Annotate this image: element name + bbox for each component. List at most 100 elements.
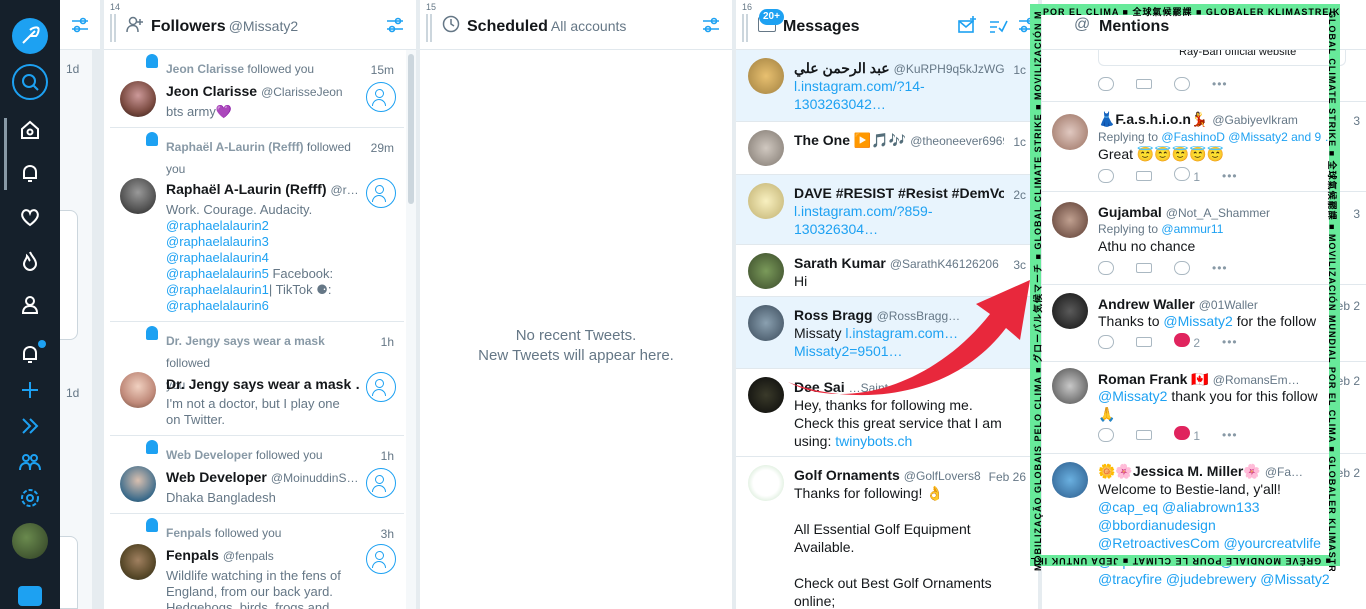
mention-link[interactable]: @tracyfire @judebrewery @Missaty2 (1098, 570, 1358, 588)
follow-button[interactable] (366, 178, 396, 208)
follower-item[interactable]: Web Developer followed you 1h Web Develo… (110, 436, 404, 514)
reply-icon[interactable] (1098, 261, 1114, 275)
follow-button[interactable] (366, 372, 396, 402)
avatar[interactable] (120, 544, 156, 580)
follower-item[interactable]: Jeon Clarisse followed you 15m Jeon Clar… (110, 50, 404, 128)
like-count[interactable]: 2 (1174, 332, 1200, 352)
more-icon[interactable]: ••• (1212, 259, 1228, 277)
bio-link[interactable]: @raphaelalaurin1 (166, 282, 269, 297)
tweet-item[interactable]: 👗F.a.s.h.i.o.n💃 @Gabiyevlkram 3 Replying … (1042, 102, 1366, 192)
mention-link[interactable]: @Missaty2 (1098, 388, 1167, 404)
mark-read-icon[interactable] (987, 14, 1009, 36)
scrollbar[interactable] (406, 50, 416, 609)
avatar[interactable] (748, 377, 784, 413)
tweet-item[interactable]: Roman Frank 🇨🇦 @RomansEm… Feb 2 @Missaty2… (1042, 362, 1366, 454)
message-link[interactable]: 130326304… (794, 220, 1026, 238)
trending-icon[interactable] (12, 243, 48, 279)
avatar[interactable] (748, 130, 784, 166)
retweet-icon[interactable] (1136, 171, 1152, 181)
bio-link[interactable]: @raphaelalaurin2 (166, 218, 364, 234)
compose-icon[interactable] (12, 18, 48, 54)
bio-link[interactable]: @raphaelalaurin3 (166, 234, 364, 250)
avatar[interactable] (120, 81, 156, 117)
column-options-icon[interactable] (69, 14, 91, 36)
account-avatar[interactable] (12, 523, 48, 559)
teams-icon[interactable] (12, 444, 48, 480)
tweet-item[interactable]: 🌼🌸Jessica M. Miller🌸 @Fa… Feb 2 Welcome t… (1042, 454, 1366, 609)
column-options-icon[interactable] (1016, 14, 1038, 36)
bio-link[interactable]: @raphaelalaurin4 (166, 250, 364, 266)
message-item[interactable]: Golf Ornaments @GolfLovers8 Feb 26 Thanks… (736, 457, 1038, 609)
notifications-icon[interactable] (12, 155, 48, 191)
message-link[interactable]: l.instagram.com/?859- (794, 202, 1026, 220)
message-link[interactable]: twinybots.ch (835, 433, 912, 449)
reply-icon[interactable] (1098, 335, 1114, 349)
user-name[interactable]: 🌼🌸Jessica M. Miller🌸 @Fa… (1098, 462, 1342, 481)
reply-icon[interactable] (1098, 428, 1114, 442)
follow-button[interactable] (366, 468, 396, 498)
user-name[interactable]: Raphaël A-Laurin (Refff) @r… (166, 181, 360, 198)
avatar[interactable] (120, 178, 156, 214)
user-name[interactable]: Web Developer @MoinuddinS… (166, 469, 360, 486)
follower-item[interactable]: Dr. Jengy says wear a mask followed you 1… (110, 322, 404, 436)
tweet-item[interactable]: Ray-Ban official website ••• (1042, 44, 1366, 102)
profile-icon[interactable] (12, 287, 48, 323)
new-message-icon[interactable] (956, 14, 978, 36)
avatar[interactable] (748, 58, 784, 94)
mention-link[interactable]: @UpwardAnthems @FashionOD (1098, 552, 1358, 570)
retweet-icon[interactable] (1136, 263, 1152, 273)
avatar[interactable] (748, 305, 784, 341)
avatar[interactable] (1052, 368, 1088, 404)
column-options-icon[interactable] (384, 14, 406, 36)
more-icon[interactable]: ••• (1222, 426, 1238, 444)
message-item[interactable]: DAVE #RESIST #Resist #DemVo… 2c l.instag… (736, 175, 1038, 245)
likes-icon[interactable] (12, 199, 48, 235)
mention-link[interactable]: @Missaty2 (1163, 313, 1232, 329)
user-name[interactable]: Dr. Jengy says wear a mask … (166, 376, 360, 392)
mention-link[interactable]: @cap_eq @aliabrown133 (1098, 498, 1358, 516)
mention-link[interactable]: @RetroactivesCom @yourcreatvlife (1098, 534, 1358, 552)
avatar[interactable] (748, 253, 784, 289)
add-column-icon[interactable] (12, 372, 48, 408)
follow-button[interactable] (366, 544, 396, 574)
user-name[interactable]: 👗F.a.s.h.i.o.n💃 @Gabiyevlkram (1098, 110, 1342, 129)
like-count[interactable]: 1 (1174, 166, 1200, 186)
retweet-icon[interactable] (1136, 337, 1152, 347)
follower-item[interactable]: Raphaël A-Laurin (Refff) followed you 29m… (110, 128, 404, 322)
user-name[interactable]: Fenpals @fenpals (166, 547, 360, 564)
home-icon[interactable] (12, 112, 48, 148)
avatar[interactable] (1052, 293, 1088, 329)
activity-icon[interactable] (12, 336, 48, 372)
mention-link[interactable]: @bbordianudesign (1098, 516, 1358, 534)
like-icon[interactable] (1174, 332, 1190, 347)
tweet-item[interactable]: Gujambal @Not_A_Shammer 3 Replying to @am… (1042, 192, 1366, 285)
message-link[interactable]: 1303263042… (794, 95, 1026, 113)
bio-link[interactable]: @raphaelalaurin5 (166, 266, 269, 281)
like-icon[interactable] (1174, 166, 1190, 181)
like-count[interactable]: 1 (1174, 425, 1200, 445)
like-icon[interactable] (1174, 261, 1190, 275)
avatar[interactable] (1052, 202, 1088, 238)
avatar[interactable] (1052, 462, 1088, 498)
follow-button[interactable] (366, 82, 396, 112)
drag-handle[interactable] (742, 14, 748, 42)
more-icon[interactable]: ••• (1212, 75, 1228, 93)
more-icon[interactable]: ••• (1222, 167, 1238, 185)
user-name[interactable]: Jeon Clarisse @ClarisseJeon (166, 83, 360, 100)
avatar[interactable] (748, 183, 784, 219)
like-icon[interactable] (1174, 425, 1190, 440)
twitter-logo[interactable] (18, 586, 42, 606)
like-icon[interactable] (1174, 77, 1190, 91)
search-icon[interactable] (12, 64, 48, 100)
avatar[interactable] (120, 372, 156, 408)
message-link[interactable]: l.instagram.com/?14- (794, 77, 1026, 95)
message-item[interactable]: عبد الرحمن علي @KuRPH9q5kJzWG5i 1c l.inst… (736, 50, 1038, 122)
avatar[interactable] (120, 466, 156, 502)
reply-icon[interactable] (1098, 169, 1114, 183)
more-icon[interactable]: ••• (1222, 333, 1238, 351)
retweet-icon[interactable] (1136, 430, 1152, 440)
collapse-icon[interactable] (12, 408, 48, 444)
avatar[interactable] (748, 465, 784, 501)
settings-icon[interactable] (12, 480, 48, 516)
reply-to-link[interactable]: @FashinoD @Missaty2 and 9 … (1161, 130, 1336, 144)
